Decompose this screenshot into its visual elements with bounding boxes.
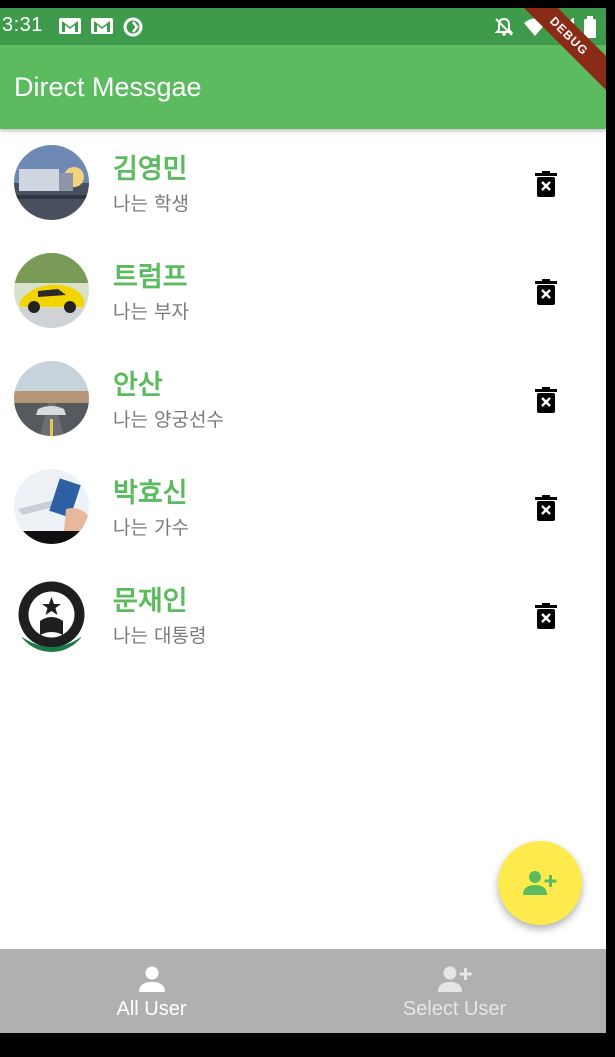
avatar: [14, 577, 89, 652]
user-description: 나는 대통령: [113, 625, 207, 647]
delete-button[interactable]: [531, 383, 561, 417]
tab-all-user[interactable]: All User: [0, 949, 303, 1033]
avatar: [14, 145, 89, 220]
list-item[interactable]: 김영민 나는 학생: [0, 129, 606, 237]
status-left-icons: [58, 16, 144, 38]
starbucks-logo: [14, 577, 89, 652]
user-name: 안산: [113, 370, 163, 401]
list-item[interactable]: 문재인 나는 대통령: [0, 561, 606, 669]
status-time: 3:31: [2, 14, 43, 36]
delete-button[interactable]: [531, 275, 561, 309]
sync-icon: [122, 16, 144, 38]
gmail-icon: [58, 16, 82, 38]
person-add-icon: [523, 871, 557, 895]
delete-forever-icon: [535, 279, 557, 305]
delete-forever-icon: [535, 387, 557, 413]
phone-screen: 3:31 Direct Messgae DEBUG 김영민 나는 학생 트럼프 …: [0, 8, 606, 1033]
list-item[interactable]: 박효신 나는 가수: [0, 453, 606, 561]
avatar: [14, 253, 89, 328]
list-item[interactable]: 트럼프 나는 부자: [0, 237, 606, 345]
user-list: 김영민 나는 학생 트럼프 나는 부자 안산 나는 양궁선수 박효신 나는 가수…: [0, 129, 606, 669]
yellow-sports-car-photo: [14, 253, 89, 328]
person-add-icon: [437, 965, 473, 997]
delete-forever-icon: [535, 171, 557, 197]
user-name: 박효신: [113, 478, 188, 509]
person-icon: [138, 965, 166, 997]
user-name: 트럼프: [113, 262, 188, 293]
delete-button[interactable]: [531, 491, 561, 525]
status-bar: 3:31: [0, 8, 606, 45]
tab-select-user[interactable]: Select User: [303, 949, 606, 1033]
user-description: 나는 양궁선수: [113, 409, 224, 431]
user-description: 나는 학생: [113, 193, 189, 215]
battery-icon: [584, 16, 596, 38]
gmail-icon: [90, 16, 114, 38]
airplane-ticket-photo: [14, 469, 89, 544]
truck-highway-photo: [14, 145, 89, 220]
user-description: 나는 가수: [113, 517, 189, 539]
page-title: Direct Messgae: [14, 72, 202, 102]
delete-forever-icon: [535, 495, 557, 521]
bottom-navigation: All User Select User: [0, 949, 606, 1033]
delete-forever-icon: [535, 603, 557, 629]
avatar: [14, 361, 89, 436]
tab-label: All User: [116, 998, 187, 1020]
car-on-road-photo: [14, 361, 89, 436]
user-name: 문재인: [113, 586, 188, 617]
app-bar: Direct Messgae: [0, 45, 606, 129]
delete-button[interactable]: [531, 599, 561, 633]
notifications-off-icon: [494, 17, 514, 37]
user-name: 김영민: [113, 154, 188, 185]
delete-button[interactable]: [531, 167, 561, 201]
avatar: [14, 469, 89, 544]
tab-label: Select User: [402, 998, 507, 1020]
list-item[interactable]: 안산 나는 양궁선수: [0, 345, 606, 453]
user-description: 나는 부자: [113, 301, 189, 323]
add-user-fab[interactable]: [498, 841, 582, 925]
